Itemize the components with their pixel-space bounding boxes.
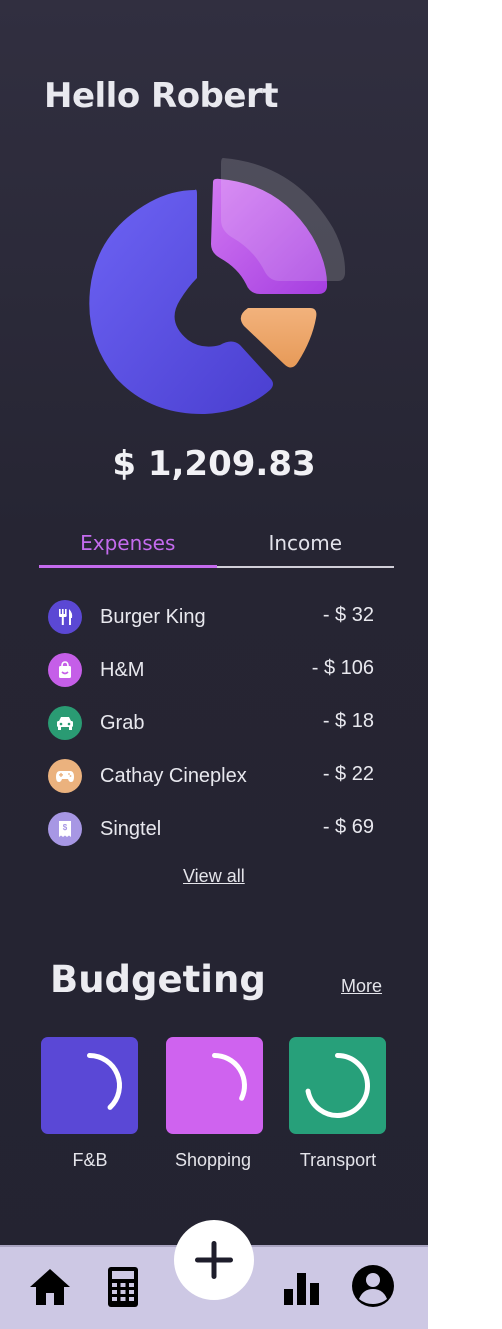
budget-card-fnb[interactable]	[41, 1037, 138, 1134]
transaction-amount: - $ 22	[322, 763, 374, 785]
fork-knife-icon	[48, 600, 82, 634]
transaction-row[interactable]: Cathay Cineplex - $ 22	[48, 757, 378, 810]
more-link[interactable]: More	[341, 976, 382, 997]
budget-progress-arc	[87, 1053, 122, 1110]
calculator-icon[interactable]	[106, 1265, 140, 1314]
transaction-tabs: Expenses Income	[39, 528, 394, 570]
transaction-row[interactable]: H&M - $ 106	[48, 651, 378, 704]
app-screen: Hello Robert $ 1,209.83 Expenses Income …	[0, 0, 428, 1329]
add-transaction-button[interactable]	[174, 1220, 254, 1300]
transaction-name: H&M	[100, 659, 145, 681]
gamepad-icon	[48, 759, 82, 793]
transaction-row[interactable]: Grab - $ 18	[48, 704, 378, 757]
budget-progress-ring	[212, 1053, 247, 1101]
budget-card-shopping[interactable]	[166, 1037, 263, 1134]
expense-donut-chart	[89, 158, 346, 415]
transaction-name: Singtel	[100, 818, 162, 840]
user-account-icon[interactable]	[350, 1263, 396, 1314]
svg-text:$: $	[63, 823, 68, 832]
budget-label-transport: Transport	[299, 1150, 377, 1170]
transaction-amount: - $ 106	[311, 657, 374, 679]
bar-chart-icon[interactable]	[282, 1269, 322, 1312]
budget-label-fnb: F&B	[72, 1150, 108, 1170]
budget-label-shopping: Shopping	[174, 1150, 252, 1170]
car-icon	[48, 706, 82, 740]
tab-income[interactable]: Income	[216, 528, 394, 568]
transaction-row[interactable]: $ Singtel - $ 69	[48, 810, 378, 863]
transaction-name: Grab	[100, 712, 145, 734]
budgeting-title: Budgeting	[50, 958, 266, 1001]
home-icon[interactable]	[28, 1265, 72, 1314]
budget-progress-arc	[212, 1053, 247, 1101]
transaction-list: Burger King - $ 32 H&M - $ 106 Grab - $ …	[48, 598, 378, 863]
transaction-name: Cathay Cineplex	[100, 765, 247, 787]
shopping-bag-icon	[48, 653, 82, 687]
transaction-name: Burger King	[100, 606, 206, 628]
view-all-link[interactable]: View all	[183, 866, 245, 887]
transaction-amount: - $ 18	[322, 710, 374, 732]
tab-expenses[interactable]: Expenses	[39, 528, 217, 568]
greeting-title: Hello Robert	[44, 76, 278, 116]
transaction-amount: - $ 32	[322, 604, 374, 626]
balance-amount: $ 1,209.83	[112, 444, 316, 484]
transaction-row[interactable]: Burger King - $ 32	[48, 598, 378, 651]
budget-progress-ring	[87, 1053, 122, 1110]
transaction-amount: - $ 69	[322, 816, 374, 838]
bill-icon: $	[48, 812, 82, 846]
budget-card-transport[interactable]	[289, 1037, 386, 1134]
budget-progress-ring	[305, 1053, 370, 1118]
budget-progress-arc	[305, 1053, 370, 1118]
add-icon	[195, 1241, 233, 1279]
